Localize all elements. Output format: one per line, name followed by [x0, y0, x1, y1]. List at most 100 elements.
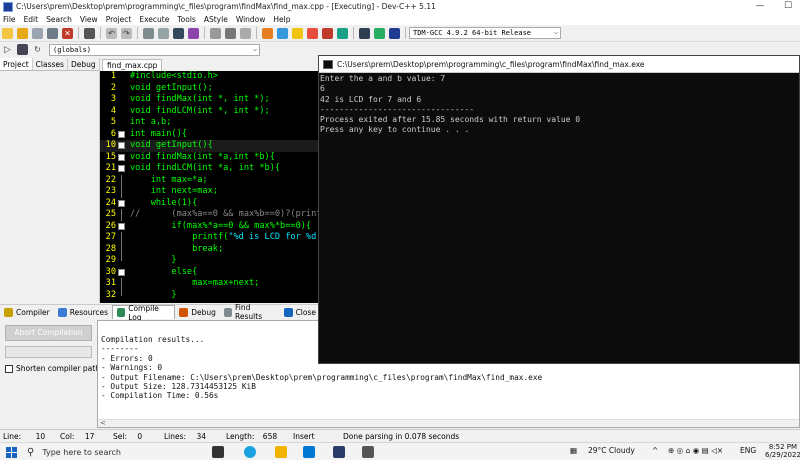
file-explorer-icon[interactable] — [275, 446, 287, 458]
code-line[interactable]: 25 // (max%a==0 && max%b==0)?(printf("%d … — [100, 209, 320, 221]
fold-toggle-icon[interactable] — [118, 268, 125, 276]
shorten-paths-option[interactable]: Shorten compiler paths — [5, 364, 104, 373]
code-line[interactable]: 22 int max=*a; — [100, 174, 320, 186]
edge-icon[interactable] — [244, 446, 256, 458]
play-icon[interactable]: ▷ — [2, 44, 13, 55]
save-icon[interactable] — [32, 27, 43, 39]
tab-compiler[interactable]: Compiler — [0, 305, 54, 319]
code-line[interactable]: 27 printf("%d is LCD for %d and %d" — [100, 232, 320, 244]
menu-edit[interactable]: Edit — [24, 15, 39, 24]
undo-icon[interactable]: ↶ — [106, 27, 117, 39]
rebuild-icon[interactable] — [307, 27, 318, 39]
code-line[interactable]: 21 void findLCM(int *a, int *b){ — [100, 163, 320, 175]
bookmark-icon[interactable] — [188, 27, 199, 39]
fold-toggle-icon[interactable] — [118, 222, 125, 230]
tab-debug[interactable]: Debug — [68, 58, 100, 70]
globals-select[interactable]: (globals) ⌵ — [49, 43, 260, 56]
menu-tools[interactable]: Tools — [177, 15, 195, 24]
language-indicator[interactable]: ENG — [740, 446, 756, 455]
code-line[interactable]: 2 void getInput(); — [100, 83, 320, 95]
run-icon[interactable] — [277, 27, 288, 39]
code-editor[interactable]: 1 #include<stdio.h> 2 void getInput(); 3 void… — [100, 71, 320, 303]
code-line[interactable]: 5 int a,b; — [100, 117, 320, 129]
code-line[interactable]: 3 void findMax(int *, int *); — [100, 94, 320, 106]
code-text: void getInput(){ — [130, 140, 213, 152]
task-view-icon[interactable] — [212, 446, 224, 458]
menu-file[interactable]: File — [3, 15, 16, 24]
new-file-icon[interactable] — [2, 27, 13, 39]
compiler-select[interactable]: TDM-GCC 4.9.2 64-bit Release ⌵ — [409, 27, 561, 39]
tab-close[interactable]: Close — [280, 305, 320, 319]
redo-icon[interactable]: ↷ — [121, 27, 132, 39]
tab-project[interactable]: Project — [0, 58, 33, 70]
weather-text[interactable]: 29°C Cloudy — [588, 446, 635, 455]
code-line[interactable]: 29 } — [100, 255, 320, 267]
mail-icon[interactable] — [303, 446, 315, 458]
menu-help[interactable]: Help — [273, 15, 290, 24]
code-line[interactable]: 15 void findMax(int *a,int *b){ — [100, 152, 320, 164]
goto-icon[interactable] — [173, 27, 184, 39]
tab-classes[interactable]: Classes — [33, 58, 68, 70]
find-icon[interactable] — [143, 27, 154, 39]
weather-icon[interactable]: ▦ — [570, 446, 577, 455]
clock[interactable]: 8:52 PM 6/29/2022 — [765, 443, 800, 459]
menu-view[interactable]: View — [80, 15, 98, 24]
menu-search[interactable]: Search — [46, 15, 72, 24]
code-line[interactable]: 4 void findLCM(int *, int *); — [100, 106, 320, 118]
debug-icon[interactable] — [322, 27, 333, 39]
tab-find-max-cpp[interactable]: find_max.cpp — [102, 59, 163, 71]
compile-run-icon[interactable] — [292, 27, 303, 39]
fold-toggle-icon[interactable] — [118, 142, 125, 149]
tray-chevron-icon[interactable]: ^ — [652, 446, 658, 455]
compile-icon[interactable] — [262, 27, 273, 39]
fold-toggle-icon[interactable] — [118, 153, 125, 161]
replace-icon[interactable] — [158, 27, 169, 39]
compile-log-scrollbar[interactable]: < — [98, 419, 799, 427]
code-line[interactable]: 1 #include<stdio.h> — [100, 71, 320, 83]
scroll-left-icon[interactable]: < — [100, 419, 106, 427]
open-folder-icon[interactable] — [17, 27, 28, 39]
menu-window[interactable]: Window — [236, 15, 266, 24]
tab-debug[interactable]: Debug — [175, 305, 220, 319]
menu-project[interactable]: Project — [106, 15, 132, 24]
code-line[interactable]: 32 } — [100, 289, 320, 302]
print-icon[interactable] — [84, 27, 95, 39]
fold-toggle-icon[interactable] — [118, 165, 125, 172]
taskbar-search[interactable]: ⚲ Type here to search — [27, 445, 192, 460]
code-line[interactable]: 10 void getInput(){ — [100, 140, 320, 152]
console-window[interactable]: C:\Users\prem\Desktop\prem\programming\c… — [318, 55, 800, 364]
code-line[interactable]: 6 int main(){ — [100, 129, 320, 141]
code-line[interactable]: 26 if(max%*a==0 && max%*b==0){ — [100, 221, 320, 233]
maximize-button[interactable]: ☐ — [774, 0, 800, 13]
shorten-paths-checkbox[interactable] — [5, 364, 13, 373]
menu-execute[interactable]: Execute — [139, 15, 169, 24]
profile-icon[interactable] — [337, 27, 348, 39]
new-project-icon[interactable] — [210, 27, 221, 39]
minimize-button[interactable]: — — [746, 0, 774, 13]
code-line[interactable]: 23 int next=max; — [100, 186, 320, 198]
code-line[interactable]: 30 else{ — [100, 267, 320, 279]
abort-compilation-button[interactable]: Abort Compilation — [5, 325, 92, 341]
tab-compile-log[interactable]: Compile Log — [112, 304, 176, 322]
class-browser-icon[interactable] — [240, 27, 251, 39]
insert-icon[interactable] — [359, 27, 370, 39]
tab-find-results[interactable]: Find Results — [220, 303, 280, 321]
devcpp-taskbar-icon[interactable] — [333, 446, 345, 458]
console-taskbar-icon[interactable] — [362, 446, 374, 458]
windows-start-icon[interactable] — [6, 447, 17, 458]
fold-toggle-icon[interactable] — [118, 130, 125, 138]
refresh-icon[interactable]: ↻ — [32, 44, 43, 55]
tab-resources[interactable]: Resources — [54, 305, 112, 319]
toggle-bookmark-icon[interactable] — [374, 27, 385, 39]
project-options-icon[interactable] — [225, 27, 236, 39]
save-all-icon[interactable] — [47, 27, 58, 39]
goto-bookmark-icon[interactable] — [389, 27, 400, 39]
fold-toggle-icon[interactable] — [118, 199, 125, 207]
code-line[interactable]: 31 max=max+next; — [100, 278, 320, 290]
close-file-icon[interactable]: ✕ — [62, 27, 73, 39]
tray-icons[interactable]: ⊕ ◎ ⌂ ◉ ▤ ◁× — [668, 446, 723, 455]
step-icon[interactable] — [17, 44, 28, 55]
menu-astyle[interactable]: AStyle — [204, 15, 228, 24]
code-line[interactable]: 24 while(1){ — [100, 198, 320, 210]
code-line[interactable]: 28 break; — [100, 243, 320, 255]
